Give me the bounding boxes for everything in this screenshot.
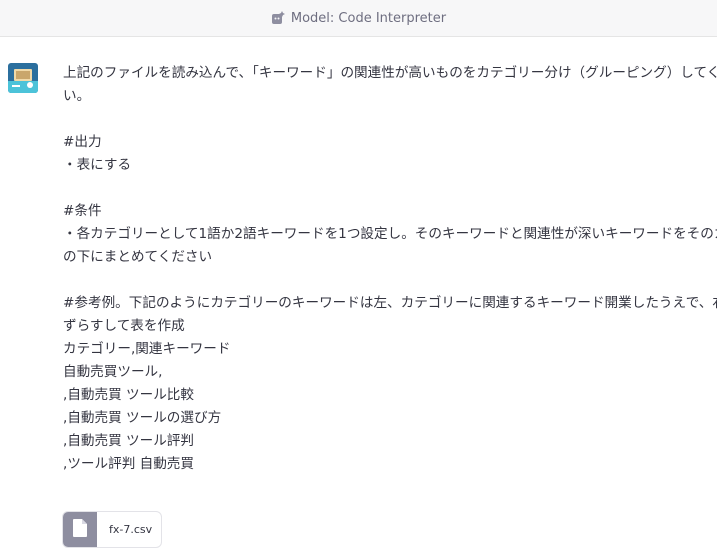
file-icon-box xyxy=(63,512,97,547)
message-line: い。 xyxy=(63,88,91,104)
message-line: #出力 xyxy=(63,134,102,150)
message-line: ,自動売買 ツールの選び方 xyxy=(63,410,222,426)
user-message: 上記のファイルを読み込んで、「キーワード」の関連性が高いものをカテゴリー分け（グ… xyxy=(0,37,717,554)
file-name: fx-7.csv xyxy=(109,523,153,536)
message-text: 上記のファイルを読み込んで、「キーワード」の関連性が高いものをカテゴリー分け（グ… xyxy=(63,62,717,476)
message-line: ,ツール評判 自動売買 xyxy=(63,456,194,472)
message-line: カテゴリー,関連キーワード xyxy=(63,341,231,357)
message-line: の下にまとめてください xyxy=(63,249,213,265)
document-icon xyxy=(73,518,87,541)
plugin-sparkle-icon xyxy=(271,11,285,25)
message-line: 自動売買ツール, xyxy=(63,364,163,380)
message-line: #条件 xyxy=(63,203,102,219)
message-line: ,自動売買 ツール比較 xyxy=(63,387,194,403)
user-avatar xyxy=(8,63,38,93)
message-line: ,自動売買 ツール評判 xyxy=(63,433,194,449)
message-line: ずらすして表を作成 xyxy=(63,318,185,334)
message-line xyxy=(63,269,717,292)
model-header: Model: Code Interpreter xyxy=(0,0,717,37)
file-attachment[interactable]: fx-7.csv xyxy=(62,511,162,548)
message-line: ・各カテゴリーとして1語か2語キーワードを1つ設定し。そのキーワードと関連性が深… xyxy=(63,226,717,242)
message-line: ・表にする xyxy=(63,157,132,173)
message-line: 上記のファイルを読み込んで、「キーワード」の関連性が高いものをカテゴリー分け（グ… xyxy=(63,65,717,81)
message-line xyxy=(63,108,717,131)
message-line xyxy=(63,177,717,200)
message-line: #参考例。下記のようにカテゴリーのキーワードは左、カテゴリーに関連するキーワード… xyxy=(63,295,717,311)
model-label: Model: Code Interpreter xyxy=(290,10,447,26)
